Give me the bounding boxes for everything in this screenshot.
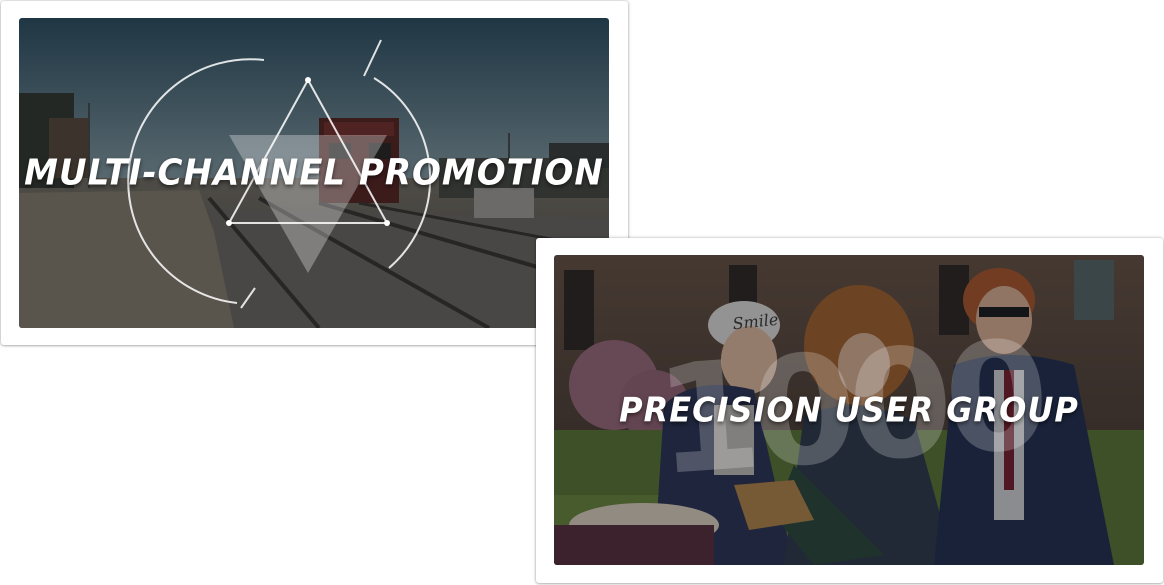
card-title: MULTI-CHANNEL PROMOTION: [24, 152, 604, 194]
promo-card-multi-channel[interactable]: MULTI-CHANNEL PROMOTION: [1, 1, 628, 345]
railway-photo: MULTI-CHANNEL PROMOTION: [19, 18, 609, 328]
card-title: PRECISION USER GROUP: [619, 390, 1079, 430]
students-photo: 1000 Smile PRECISION USER GROUP: [554, 255, 1144, 565]
promo-card-precision-user-group[interactable]: 1000 Smile PRECISION USER GROUP: [536, 238, 1163, 583]
